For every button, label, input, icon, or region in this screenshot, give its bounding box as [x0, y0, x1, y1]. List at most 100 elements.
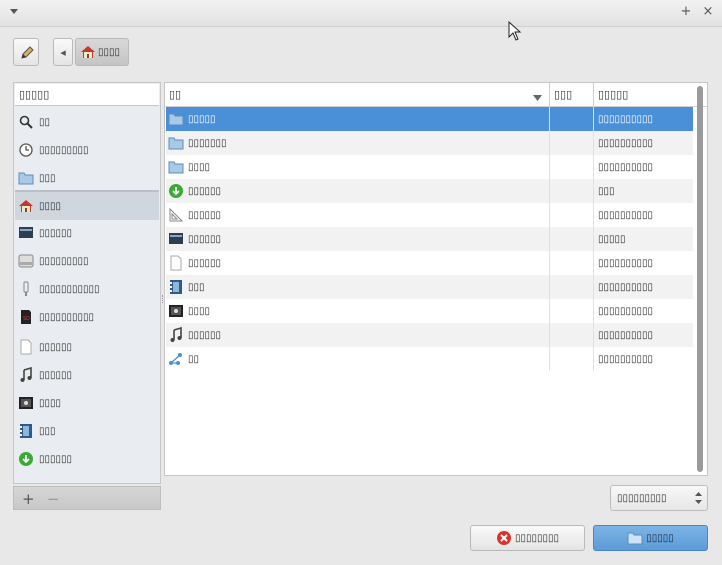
file-list: ▯▯ ▯▯▯ ▯▯▯▯▯ ▯▯▯▯▯ ▯▯▯▯▯▯▯▯▯▯ ▯▯▯▯▯▯▯ ▯▯▯▯▯…	[164, 82, 708, 476]
file-modified: ▯▯▯	[598, 185, 615, 197]
folder-icon	[627, 530, 643, 546]
sidebar-item[interactable]: ▯▯▯▯▯▯	[15, 361, 159, 389]
window-menu-icon[interactable]	[5, 3, 23, 21]
svg-text:SD: SD	[23, 316, 30, 322]
sidebar-item[interactable]: ▯▯▯▯▯▯	[15, 445, 159, 473]
search-icon	[18, 114, 34, 130]
sidebar-item-label: ▯▯▯▯	[39, 200, 62, 212]
file-size	[554, 131, 592, 155]
spinner-arrows-icon	[695, 492, 702, 507]
file-row[interactable]: ▯▯▯▯▯▯ ▯▯▯▯▯▯▯▯▯▯	[166, 251, 693, 275]
file-size	[554, 107, 592, 131]
file-row[interactable]: ▯▯▯▯▯▯ ▯▯▯▯▯▯▯▯▯▯	[166, 203, 693, 227]
sidebar-item[interactable]: ▯▯▯	[15, 417, 159, 445]
file-row[interactable]: ▯▯ ▯▯▯▯▯▯▯▯▯▯	[166, 347, 693, 371]
sidebar-item[interactable]: ▯▯▯	[15, 164, 159, 192]
folder-icon	[168, 159, 184, 175]
file-row[interactable]: ▯▯▯▯ ▯▯▯▯▯▯▯▯▯▯	[166, 299, 693, 323]
column-modified[interactable]: ▯▯▯▯▯	[598, 83, 688, 106]
pictures-icon	[18, 395, 34, 411]
home-icon	[80, 44, 96, 60]
cancel-button[interactable]: ▯▯▯▯▯▯▯▯	[470, 525, 585, 551]
recent-icon	[18, 142, 34, 158]
file-size	[554, 251, 592, 275]
sidebar-item[interactable]: ▯▯▯▯	[15, 191, 159, 220]
drive-icon	[18, 253, 34, 269]
pictures-icon	[168, 303, 184, 319]
sidebar-item-label: ▯▯▯▯▯▯▯▯▯	[39, 144, 89, 156]
file-row[interactable]: ▯▯▯▯▯▯ ▯▯▯	[166, 179, 693, 203]
file-name: ▯▯▯▯▯▯	[188, 185, 222, 197]
sidebar-item[interactable]: SD ▯▯▯▯▯▯▯▯▯▯	[15, 303, 159, 331]
videos-icon	[168, 279, 184, 295]
sidebar-item-label: ▯▯▯	[39, 172, 56, 184]
confirm-button[interactable]: ▯▯▯▯▯	[593, 525, 708, 551]
file-modified: ▯▯▯▯▯▯▯▯▯▯	[598, 329, 654, 341]
sort-down-icon	[533, 91, 542, 104]
maximize-button[interactable]: +	[677, 3, 695, 21]
file-row[interactable]: ▯▯▯▯▯▯▯ ▯▯▯▯▯▯▯▯▯▯	[166, 131, 693, 155]
file-row[interactable]: ▯▯▯▯▯▯ ▯▯▯▯▯▯▯▯▯▯	[166, 323, 693, 347]
sidebar-item-label: ▯▯▯▯▯▯	[39, 369, 73, 381]
file-name: ▯▯▯▯	[188, 305, 211, 317]
add-bookmark-button[interactable]: +	[22, 490, 35, 508]
scrollbar-thumb[interactable]	[697, 86, 703, 472]
downloads-icon	[18, 451, 34, 467]
sidebar-item-label: ▯▯	[39, 116, 51, 128]
file-modified: ▯▯▯▯▯▯▯▯▯▯	[598, 161, 654, 173]
file-row[interactable]: ▯▯▯▯▯ ▯▯▯▯▯▯▯▯▯▯	[166, 107, 693, 131]
file-modified: ▯▯▯▯▯▯▯▯▯▯	[598, 209, 654, 221]
file-modified: ▯▯▯▯▯▯▯▯▯▯	[598, 257, 654, 269]
column-header: ▯▯ ▯▯▯ ▯▯▯▯▯	[165, 83, 707, 107]
file-name: ▯▯▯▯▯▯▯	[188, 137, 227, 149]
folder-icon	[168, 135, 184, 151]
file-name: ▯▯▯▯	[188, 161, 211, 173]
desktop-icon	[168, 231, 184, 247]
sidebar-item[interactable]: ▯▯▯▯▯▯	[15, 333, 159, 361]
file-row[interactable]: ▯▯▯ ▯▯▯▯▯▯▯▯▯▯	[166, 275, 693, 299]
templates-icon	[168, 207, 184, 223]
folder-icon	[168, 111, 184, 127]
location-input[interactable]: ▯▯▯▯▯	[15, 84, 159, 106]
sidebar-item[interactable]: ▯▯	[15, 108, 159, 136]
file-row[interactable]: ▯▯▯▯▯▯ ▯▯▯▯▯	[166, 227, 693, 251]
remove-bookmark-button[interactable]: −	[47, 490, 60, 508]
column-name[interactable]: ▯▯	[169, 83, 539, 106]
document-icon	[18, 339, 34, 355]
sidebar-item-label: ▯▯▯▯▯▯▯▯▯▯▯	[39, 283, 100, 295]
sdcard-icon: SD	[18, 309, 34, 325]
sidebar-item-label: ▯▯▯▯▯▯▯▯▯▯	[39, 311, 95, 323]
file-modified: ▯▯▯▯▯▯▯▯▯▯	[598, 353, 654, 365]
confirm-label: ▯▯▯▯▯	[646, 532, 674, 544]
file-size	[554, 203, 592, 227]
sidebar-item[interactable]: ▯▯▯▯▯▯▯▯▯	[15, 136, 159, 164]
usb-icon	[18, 281, 34, 297]
file-name: ▯▯▯▯▯▯	[188, 233, 222, 245]
column-size[interactable]: ▯▯▯	[554, 83, 592, 106]
file-filter-combo[interactable]: ▯▯▯▯▯▯▯▯▯	[610, 485, 708, 511]
file-modified: ▯▯▯▯▯▯▯▯▯▯	[598, 113, 654, 125]
sidebar-item-label: ▯▯▯▯▯▯	[39, 227, 73, 239]
close-button[interactable]: ×	[699, 3, 717, 21]
sidebar-item[interactable]: ▯▯▯▯	[15, 389, 159, 417]
file-name: ▯▯▯	[188, 281, 205, 293]
file-modified: ▯▯▯▯▯	[598, 233, 626, 245]
scrollbar[interactable]	[696, 86, 704, 472]
file-row[interactable]: ▯▯▯▯ ▯▯▯▯▯▯▯▯▯▯	[166, 155, 693, 179]
file-name: ▯▯	[188, 353, 200, 365]
sidebar-item[interactable]: ▯▯▯▯▯▯▯▯▯▯▯	[15, 275, 159, 303]
sidebar-item-label: ▯▯▯▯▯▯▯▯▯	[39, 255, 89, 267]
path-home-button[interactable]: ▯▯▯▯	[75, 38, 129, 66]
file-modified: ▯▯▯▯▯▯▯▯▯▯	[598, 137, 654, 149]
videos-icon	[18, 423, 34, 439]
sidebar-item-label: ▯▯▯	[39, 425, 56, 437]
edit-location-button[interactable]	[13, 38, 39, 66]
file-size	[554, 155, 592, 179]
sidebar-item-label: ▯▯▯▯▯▯	[39, 341, 73, 353]
file-name: ▯▯▯▯▯	[188, 113, 216, 125]
path-back-button[interactable]: ◂	[53, 38, 73, 66]
mouse-cursor-icon	[508, 20, 522, 44]
sidebar-item[interactable]: ▯▯▯▯▯▯	[15, 219, 159, 247]
path-home-label: ▯▯▯▯	[98, 46, 121, 58]
sidebar-item[interactable]: ▯▯▯▯▯▯▯▯▯	[15, 247, 159, 275]
